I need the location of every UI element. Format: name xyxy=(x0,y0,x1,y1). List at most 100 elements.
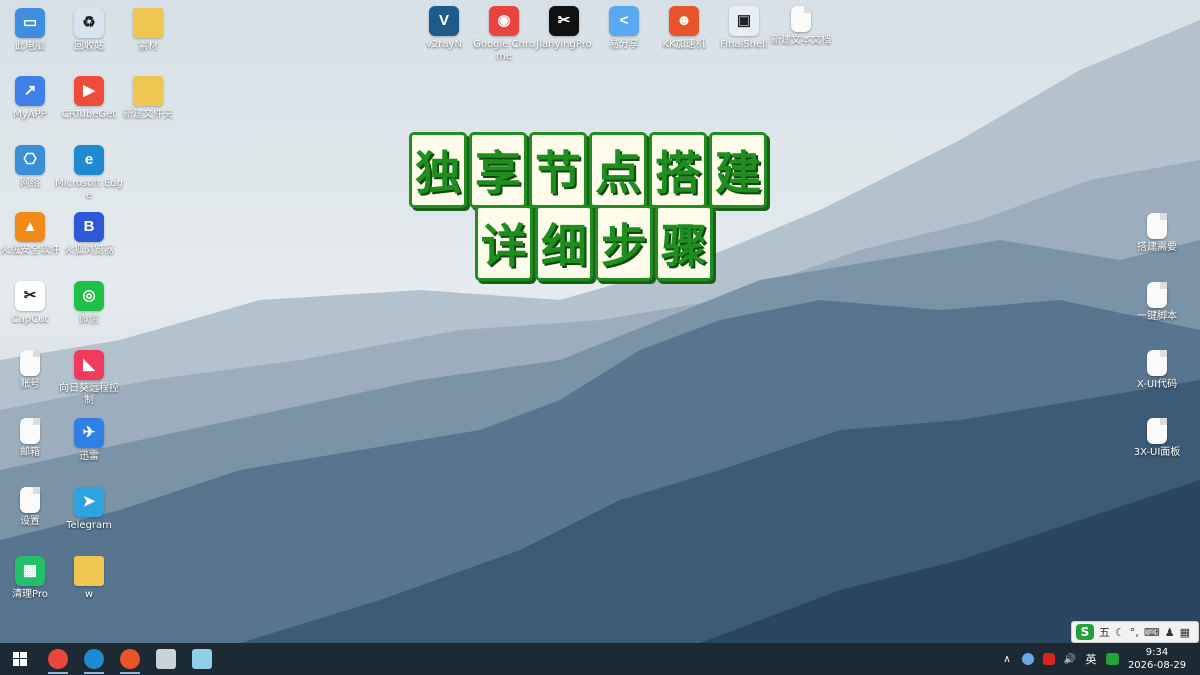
windows-logo-icon xyxy=(13,652,27,666)
language-indicator[interactable]: 英 xyxy=(1084,652,1098,666)
taskbar-app-edge[interactable] xyxy=(76,643,112,675)
title-character-tile: 骤 xyxy=(655,205,713,281)
kk-icon: ☻ xyxy=(669,6,699,36)
desktop-icon-v2rayn[interactable]: Vv2rayN xyxy=(410,6,478,51)
taskbar-app-notepad[interactable] xyxy=(184,643,220,675)
system-tray: ∧ 🔊 英 9:34 2026-08-29 xyxy=(1000,643,1200,675)
desktop-icon-label: 新建文本文档 xyxy=(771,35,831,46)
chrome-icon xyxy=(48,649,68,669)
desktop-icon-sunlogin[interactable]: ◣ 向日葵远程控制 xyxy=(55,350,123,407)
share-icon: < xyxy=(609,6,639,36)
desktop-icon-jianying[interactable]: ✂ JianyingPro xyxy=(530,6,598,51)
desktop-icon-recycle-bin[interactable]: ♻ 回收站 xyxy=(55,8,123,53)
title-character-tile: 步 xyxy=(595,205,653,281)
desktop-icon-label: 素材 xyxy=(138,41,158,52)
desktop-icon-new-text[interactable]: 新建文本文档 xyxy=(767,6,835,47)
ime-item[interactable]: ♟ xyxy=(1165,626,1175,639)
desktop-icon-label: v2rayN xyxy=(426,39,462,50)
desktop-icon-doc-r1[interactable]: 搭建需要 xyxy=(1123,213,1191,254)
doc-r4-icon xyxy=(1147,418,1167,444)
title-character-tile: 点 xyxy=(589,132,647,208)
desktop-icon-chrome[interactable]: ◉ Google Chrome xyxy=(470,6,538,63)
desktop-icon-telegram[interactable]: ➤ Telegram xyxy=(55,487,123,532)
ime-item[interactable]: °, xyxy=(1130,626,1139,639)
desktop-icon-label: Telegram xyxy=(66,520,112,531)
desktop-icon-label: 易分享 xyxy=(609,39,639,50)
doc-r2-icon xyxy=(1147,282,1167,308)
ime-item[interactable]: ☾ xyxy=(1115,626,1125,639)
recycle-bin-icon: ♻ xyxy=(74,8,104,38)
desktop-icon-w-file[interactable]: w xyxy=(55,556,123,601)
capcut-icon: ✂ xyxy=(15,281,45,311)
desktop-icon-security-browser[interactable]: B 火狐浏览器 xyxy=(55,212,123,257)
title-line-2: 详细步骤 xyxy=(475,205,713,281)
ime-tray-icon[interactable] xyxy=(1105,652,1119,666)
network-icon: ⎔ xyxy=(15,145,45,175)
desktop-icon-edge[interactable]: e Microsoft Edge xyxy=(55,145,123,202)
desktop-icon-label: 一键脚本 xyxy=(1137,311,1177,322)
new-text-icon xyxy=(791,6,811,32)
ime-item[interactable]: ▦ xyxy=(1180,626,1190,639)
ime-item[interactable]: ⌨ xyxy=(1144,626,1160,639)
doc-r3-icon xyxy=(1147,350,1167,376)
desktop: ▭ 此电脑 ♻ 回收站 素材 ↗ MyAPP ▶ CRTubeGet 新建文件夹 ⎔ 网络 e Micro… xyxy=(0,0,1200,643)
desktop-icon-label: w xyxy=(84,589,94,600)
desktop-icon-doc-r3[interactable]: X-UI代码 xyxy=(1123,350,1191,391)
v2rayn-icon: V xyxy=(429,6,459,36)
taskbar-app-kk[interactable] xyxy=(112,643,148,675)
taskbar-app-chrome[interactable] xyxy=(40,643,76,675)
desktop-icon-label: 微信 xyxy=(79,314,99,325)
crtubeget-icon: ▶ xyxy=(74,76,104,106)
network-icon[interactable] xyxy=(1021,652,1035,666)
start-button[interactable] xyxy=(0,643,40,675)
desktop-icon-new-folder[interactable]: 新建文件夹 xyxy=(114,76,182,121)
desktop-icon-label: X-UI代码 xyxy=(1136,379,1178,390)
desktop-icon-label: 3X-UI面板 xyxy=(1133,447,1181,458)
desktop-icon-wechat[interactable]: ◎ 微信 xyxy=(55,281,123,326)
title-character-tile: 独 xyxy=(409,132,467,208)
desktop-icon-label: 迅雷 xyxy=(79,451,99,462)
desktop-icon-feishu[interactable]: ✈ 迅雷 xyxy=(55,418,123,463)
finalshell-icon: ▣ xyxy=(729,6,759,36)
desktop-icon-label: 向日葵远程控制 xyxy=(59,383,119,406)
ime-logo[interactable]: S xyxy=(1076,624,1094,640)
title-line-1: 独享节点搭建 xyxy=(409,132,767,208)
title-character-tile: 搭 xyxy=(649,132,707,208)
desktop-icon-label: KK加速机 xyxy=(662,39,706,50)
edge-icon xyxy=(84,649,104,669)
chevron-up-icon[interactable]: ∧ xyxy=(1000,652,1014,666)
desktop-icon-doc-r4[interactable]: 3X-UI面板 xyxy=(1123,418,1191,459)
taskbar-app-finalshell[interactable] xyxy=(148,643,184,675)
telegram-icon: ➤ xyxy=(74,487,104,517)
desktop-icon-label: Microsoft Edge xyxy=(55,178,123,201)
doc-2-icon xyxy=(20,418,40,444)
v-app-icon[interactable] xyxy=(1042,652,1056,666)
title-character-tile: 节 xyxy=(529,132,587,208)
ime-mode[interactable]: 五 xyxy=(1099,624,1110,640)
desktop-icon-kk[interactable]: ☻ KK加速机 xyxy=(650,6,718,51)
sunlogin-icon: ◣ xyxy=(74,350,104,380)
title-character-tile: 详 xyxy=(475,205,533,281)
clock-time: 9:34 xyxy=(1145,647,1169,658)
ime-toolbar[interactable]: S 五 ☾ °, ⌨ ♟ ▦ xyxy=(1071,621,1199,643)
jianying-icon: ✂ xyxy=(549,6,579,36)
desktop-icon-doc-r2[interactable]: 一键脚本 xyxy=(1123,282,1191,323)
clock[interactable]: 9:34 2026-08-29 xyxy=(1126,646,1188,672)
folder-1-icon xyxy=(133,8,163,38)
desktop-icon-label: 新建文件夹 xyxy=(123,109,173,120)
huorong-icon: ▲ xyxy=(15,212,45,242)
desktop-icon-folder-1[interactable]: 素材 xyxy=(114,8,182,53)
speaker-icon[interactable]: 🔊 xyxy=(1063,652,1077,666)
title-character-tile: 享 xyxy=(469,132,527,208)
wechat-icon: ◎ xyxy=(74,281,104,311)
cleanpro-icon: ▦ xyxy=(15,556,45,586)
doc-r1-icon xyxy=(1147,213,1167,239)
kk-icon xyxy=(120,649,140,669)
desktop-icon-label: CRTubeGet xyxy=(61,109,117,120)
title-character-tile: 细 xyxy=(535,205,593,281)
chrome-icon: ◉ xyxy=(489,6,519,36)
desktop-icon-crtubeget[interactable]: ▶ CRTubeGet xyxy=(55,76,123,121)
desktop-icon-share[interactable]: < 易分享 xyxy=(590,6,658,51)
desktop-icon-label: JianyingPro xyxy=(536,39,592,50)
taskbar-apps xyxy=(40,643,220,675)
